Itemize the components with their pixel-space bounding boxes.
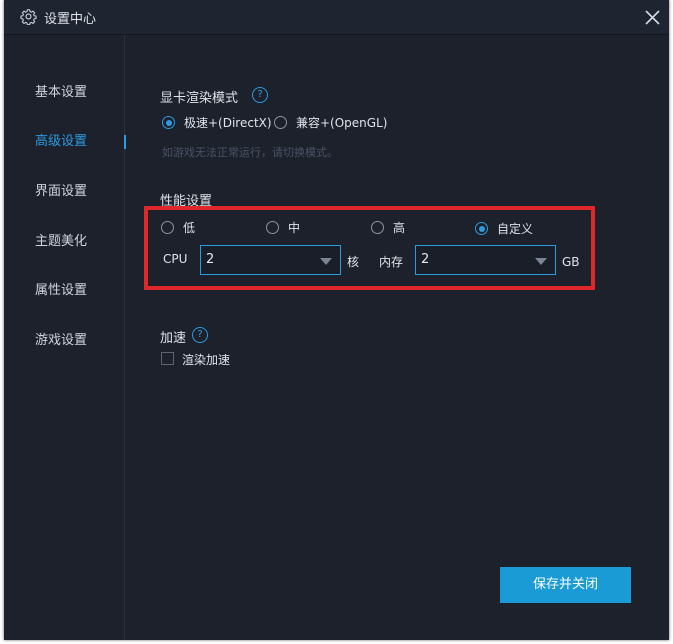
performance-high-radio[interactable]: 高 (371, 220, 421, 238)
sidebar-item-interface[interactable]: 界面设置 (4, 177, 124, 207)
help-icon[interactable]: ? (192, 327, 208, 343)
memory-value: 2 (421, 252, 430, 267)
sidebar-item-label: 基本设置 (35, 85, 88, 100)
memory-select[interactable]: 2 (415, 245, 556, 275)
radio-label: 低 (183, 221, 196, 235)
radio-circle (162, 116, 175, 129)
save-and-close-button[interactable]: 保存并关闭 (500, 567, 631, 603)
render-mode-directx-radio[interactable]: 极速+(DirectX) (162, 115, 272, 133)
radio-circle (371, 221, 384, 234)
radio-label: 中 (288, 221, 301, 235)
sidebar-item-label: 界面设置 (35, 184, 88, 199)
cpu-select[interactable]: 2 (200, 245, 341, 275)
sidebar-item-label: 游戏设置 (35, 333, 88, 348)
performance-medium-radio[interactable]: 中 (266, 220, 316, 238)
render-accel-checkbox[interactable] (161, 352, 174, 365)
sidebar-nav: 基本设置 高级设置 界面设置 主题美化 属性设置 游戏设置 (4, 35, 126, 640)
title-bar: 设置中心 (4, 0, 669, 35)
render-accel-label: 渲染加速 (182, 353, 231, 367)
chevron-down-icon (320, 258, 332, 265)
sidebar-item-properties[interactable]: 属性设置 (4, 276, 124, 306)
radio-label: 兼容+(OpenGL) (296, 116, 388, 130)
cpu-unit: 核 (347, 255, 360, 269)
radio-label: 自定义 (497, 222, 534, 236)
sidebar-item-game[interactable]: 游戏设置 (4, 326, 124, 356)
radio-label: 高 (393, 221, 406, 235)
acceleration-title: 加速 (160, 331, 187, 346)
chevron-down-icon (535, 258, 547, 265)
help-icon[interactable]: ? (252, 87, 268, 103)
sidebar-item-label: 主题美化 (35, 234, 88, 249)
sidebar-item-label: 高级设置 (35, 134, 88, 149)
render-mode-title: 显卡渲染模式 (160, 91, 239, 106)
active-nav-marker (124, 135, 126, 149)
render-mode-hint: 如游戏无法正常运行，请切换模式。 (162, 146, 338, 159)
sidebar-item-advanced[interactable]: 高级设置 (4, 127, 124, 157)
close-icon[interactable] (644, 9, 661, 26)
radio-circle (161, 221, 174, 234)
memory-unit: GB (562, 255, 580, 269)
radio-circle (475, 222, 488, 235)
sidebar-item-label: 属性设置 (35, 283, 88, 298)
radio-circle (274, 116, 287, 129)
sidebar-item-theme[interactable]: 主题美化 (4, 227, 124, 257)
render-mode-opengl-radio[interactable]: 兼容+(OpenGL) (274, 115, 394, 133)
memory-label: 内存 (379, 255, 404, 269)
cpu-value: 2 (206, 252, 215, 267)
cpu-label: CPU (163, 252, 188, 266)
performance-custom-radio[interactable]: 自定义 (475, 221, 545, 239)
sidebar-item-basic[interactable]: 基本设置 (4, 78, 124, 108)
window-title: 设置中心 (44, 12, 97, 27)
gear-icon (20, 9, 37, 25)
radio-circle (266, 221, 279, 234)
radio-label: 极速+(DirectX) (184, 116, 272, 130)
performance-low-radio[interactable]: 低 (161, 220, 211, 238)
settings-window: 设置中心 基本设置 高级设置 界面设置 主题美化 属性设置 游戏设置 显卡渲染模… (4, 0, 669, 640)
